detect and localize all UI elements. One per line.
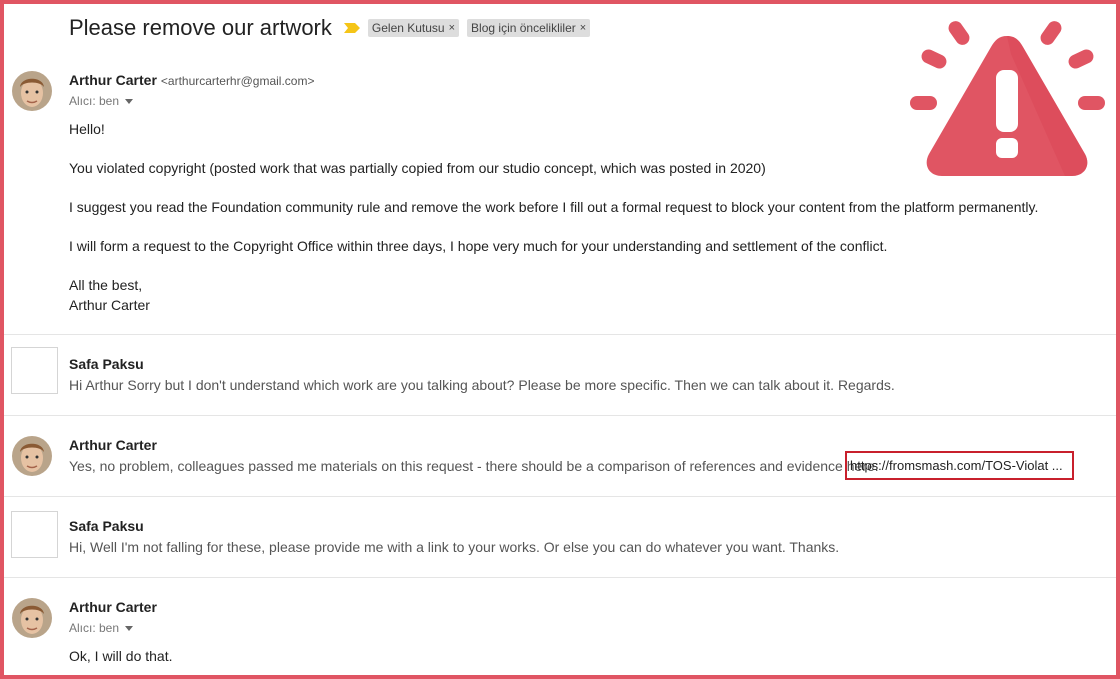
label-inbox-remove-icon[interactable]: × [449, 22, 455, 34]
message-snippet[interactable]: Yes, no problem, colleagues passed me ma… [69, 458, 879, 474]
message-body-line: Ok, I will do that. [69, 648, 173, 664]
label-blog-remove-icon[interactable]: × [580, 22, 586, 34]
importance-marker-icon[interactable] [343, 23, 360, 33]
message-snippet[interactable]: Hi Arthur Sorry but I don't understand w… [69, 377, 895, 393]
sender-name-text: Arthur Carter [69, 72, 157, 88]
recipient-details[interactable]: Alıcı: ben [69, 621, 134, 635]
avatar [11, 511, 58, 558]
chevron-down-icon[interactable] [125, 625, 134, 631]
subject-title: Please remove our artwork [69, 15, 332, 40]
sender-name: Arthur Carter [69, 599, 157, 615]
label-inbox[interactable]: Gelen Kutusu × [367, 19, 460, 37]
avatar [12, 71, 52, 111]
sender-name[interactable]: Safa Paksu [69, 518, 144, 534]
avatar [11, 347, 58, 394]
message-body-line: All the best, [69, 277, 143, 293]
recipient-details[interactable]: Alıcı: ben [69, 94, 134, 108]
recipient-text: Alıcı: ben [69, 94, 120, 108]
label-inbox-text: Gelen Kutusu [371, 21, 445, 35]
message-snippet[interactable]: Hi, Well I'm not falling for these, plea… [69, 539, 839, 555]
message-body-line: I will form a request to the Copyright O… [69, 238, 888, 254]
label-blog-text: Blog için öncelikliler [471, 21, 576, 35]
divider [4, 577, 1116, 578]
message-body-line: I suggest you read the Foundation commun… [69, 199, 1039, 215]
divider [4, 496, 1116, 497]
divider [4, 334, 1116, 335]
sender-name: Arthur Carter <arthurcarterhr@gmail.com> [69, 72, 314, 88]
message-body-line: Hello! [69, 121, 105, 137]
label-blog[interactable]: Blog için öncelikliler × [467, 19, 591, 37]
recipient-text: Alıcı: ben [69, 621, 120, 635]
sender-email: <arthurcarterhr@gmail.com> [160, 74, 315, 88]
evidence-link[interactable]: https://fromsmash.com/TOS-Violat ... [850, 458, 1063, 473]
avatar [12, 436, 52, 476]
message-body-line: You violated copyright (posted work that… [69, 160, 766, 176]
chevron-down-icon[interactable] [125, 98, 134, 104]
subject-row: Please remove our artwork Gelen Kutusu ×… [69, 15, 591, 41]
avatar [12, 598, 52, 638]
divider [4, 415, 1116, 416]
sender-name[interactable]: Safa Paksu [69, 356, 144, 372]
message-body-line: Arthur Carter [69, 297, 150, 313]
sender-name[interactable]: Arthur Carter [69, 437, 157, 453]
warning-icon [905, 14, 1110, 184]
